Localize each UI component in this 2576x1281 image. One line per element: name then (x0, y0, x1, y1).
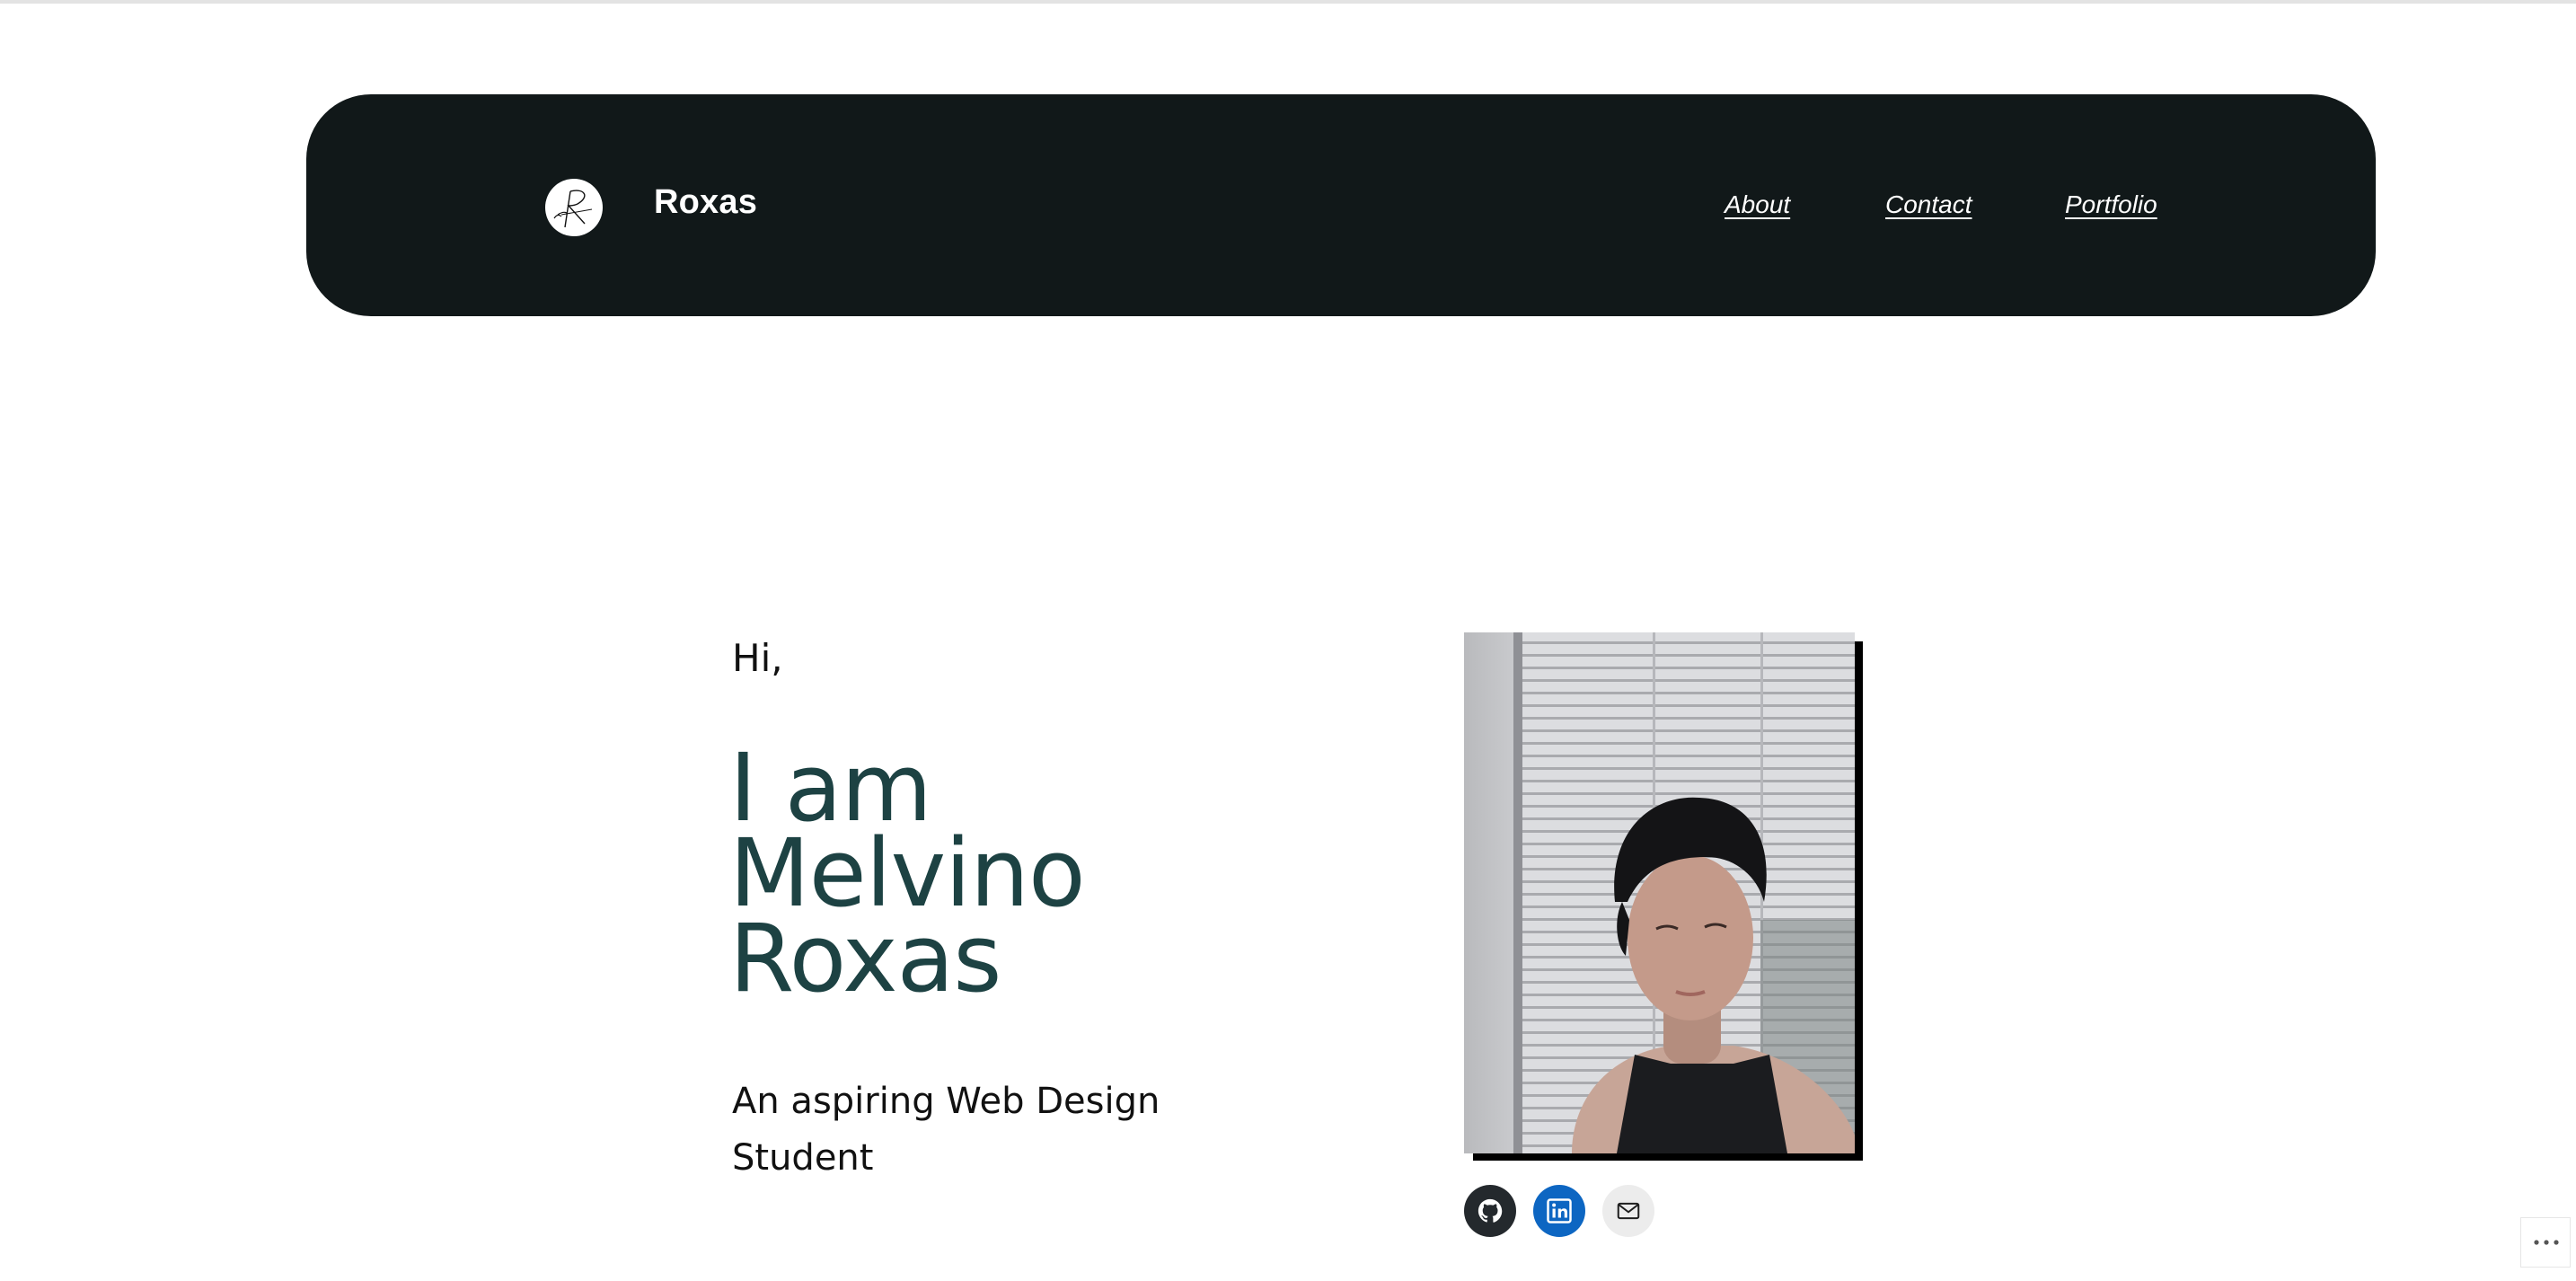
linkedin-icon (1547, 1198, 1572, 1224)
top-border (0, 0, 2576, 4)
nav-link-portfolio[interactable]: Portfolio (2065, 190, 2157, 220)
more-options-button[interactable] (2520, 1217, 2571, 1268)
github-link[interactable] (1464, 1185, 1516, 1237)
nav-link-contact[interactable]: Contact (1885, 190, 1972, 220)
mail-link[interactable] (1602, 1185, 1654, 1237)
site-header: Roxas About Contact Portfolio (306, 94, 2376, 316)
mail-icon (1617, 1202, 1640, 1220)
greeting-text: Hi, (732, 636, 783, 680)
hero-title: I am Melvino Roxas (729, 741, 1268, 1013)
linkedin-link[interactable] (1533, 1185, 1585, 1237)
github-icon (1478, 1198, 1503, 1223)
hero-subtitle: An aspiring Web Design Student (732, 1081, 1160, 1179)
ellipsis-icon (2534, 1240, 2559, 1245)
main-navigation: About Contact Portfolio (306, 190, 2376, 229)
profile-photo (1464, 632, 1855, 1153)
hero-title-line: Roxas (729, 904, 1001, 1013)
profile-photo-frame (1464, 632, 1863, 1161)
nav-link-about[interactable]: About (1725, 190, 1790, 220)
